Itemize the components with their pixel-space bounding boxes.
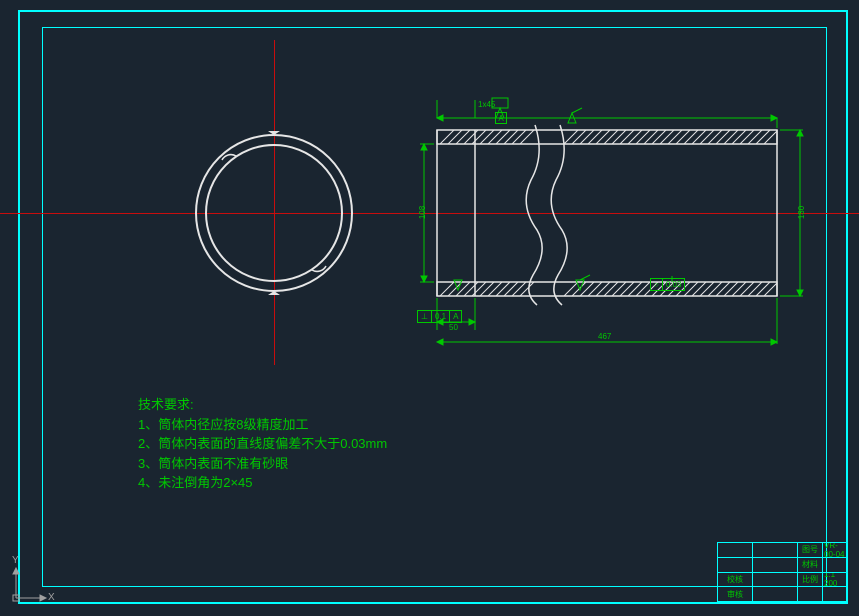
ucs-x-label: X: [48, 592, 55, 603]
notes-line2: 2、筒体内表面的直线度偏差不大于0.03mm: [138, 434, 387, 454]
notes-title: 技术要求:: [138, 395, 387, 415]
perpendicularity-tolerance: ⊥ 0.1 A: [417, 310, 462, 323]
circ-symbol: ○: [651, 279, 663, 290]
dim-dia-outer: 130: [797, 206, 806, 219]
dim-chamfer: 1x45: [478, 100, 495, 109]
tb-r4c3: [798, 587, 823, 602]
tb-r3c2: [753, 573, 798, 588]
perp-datum: A: [450, 311, 461, 322]
dim-len-small: 50: [449, 323, 458, 332]
tb-r2c4: [823, 558, 846, 573]
drawing-canvas: [0, 0, 859, 616]
section-view: [420, 98, 803, 345]
technical-requirements: 技术要求: 1、筒体内径应按8级精度加工 2、筒体内表面的直线度偏差不大于0.0…: [138, 395, 387, 493]
tb-r3c4: 1:1 200: [823, 573, 846, 588]
tb-r2c3: 材料: [798, 558, 823, 573]
notes-line4: 4、未注倒角为2×45: [138, 473, 387, 493]
tb-r1c2: [753, 543, 798, 558]
tb-r1c4: VR-00-04: [823, 543, 846, 558]
circ-value: 0.03: [663, 279, 685, 290]
tb-r2c2: [753, 558, 798, 573]
circularity-tolerance: ○ 0.03: [650, 278, 685, 291]
ucs-icon: [13, 568, 46, 601]
tb-r4c1: 审核: [718, 587, 753, 602]
tb-r3c1: 校核: [718, 573, 753, 588]
tb-r4c4: [823, 587, 846, 602]
dim-dia-inner: 108: [418, 206, 427, 219]
tb-r3c3: 比例: [798, 573, 823, 588]
title-block: 图号 VR-00-04 材料 校核 比例 1:1 200 审核: [717, 542, 847, 603]
datum-a: A: [495, 112, 507, 124]
ucs-y-label: Y: [12, 555, 19, 566]
tb-r1c1: [718, 543, 753, 558]
notes-line3: 3、筒体内表面不准有砂眼: [138, 454, 387, 474]
perp-value: 0.1: [432, 311, 450, 322]
end-view: [196, 131, 352, 295]
tb-r4c2: [753, 587, 798, 602]
perp-symbol: ⊥: [418, 311, 432, 322]
notes-line1: 1、筒体内径应按8级精度加工: [138, 415, 387, 435]
tb-r1c3: 图号: [798, 543, 823, 558]
tb-r2c1: [718, 558, 753, 573]
dim-len-total: 467: [598, 332, 611, 341]
